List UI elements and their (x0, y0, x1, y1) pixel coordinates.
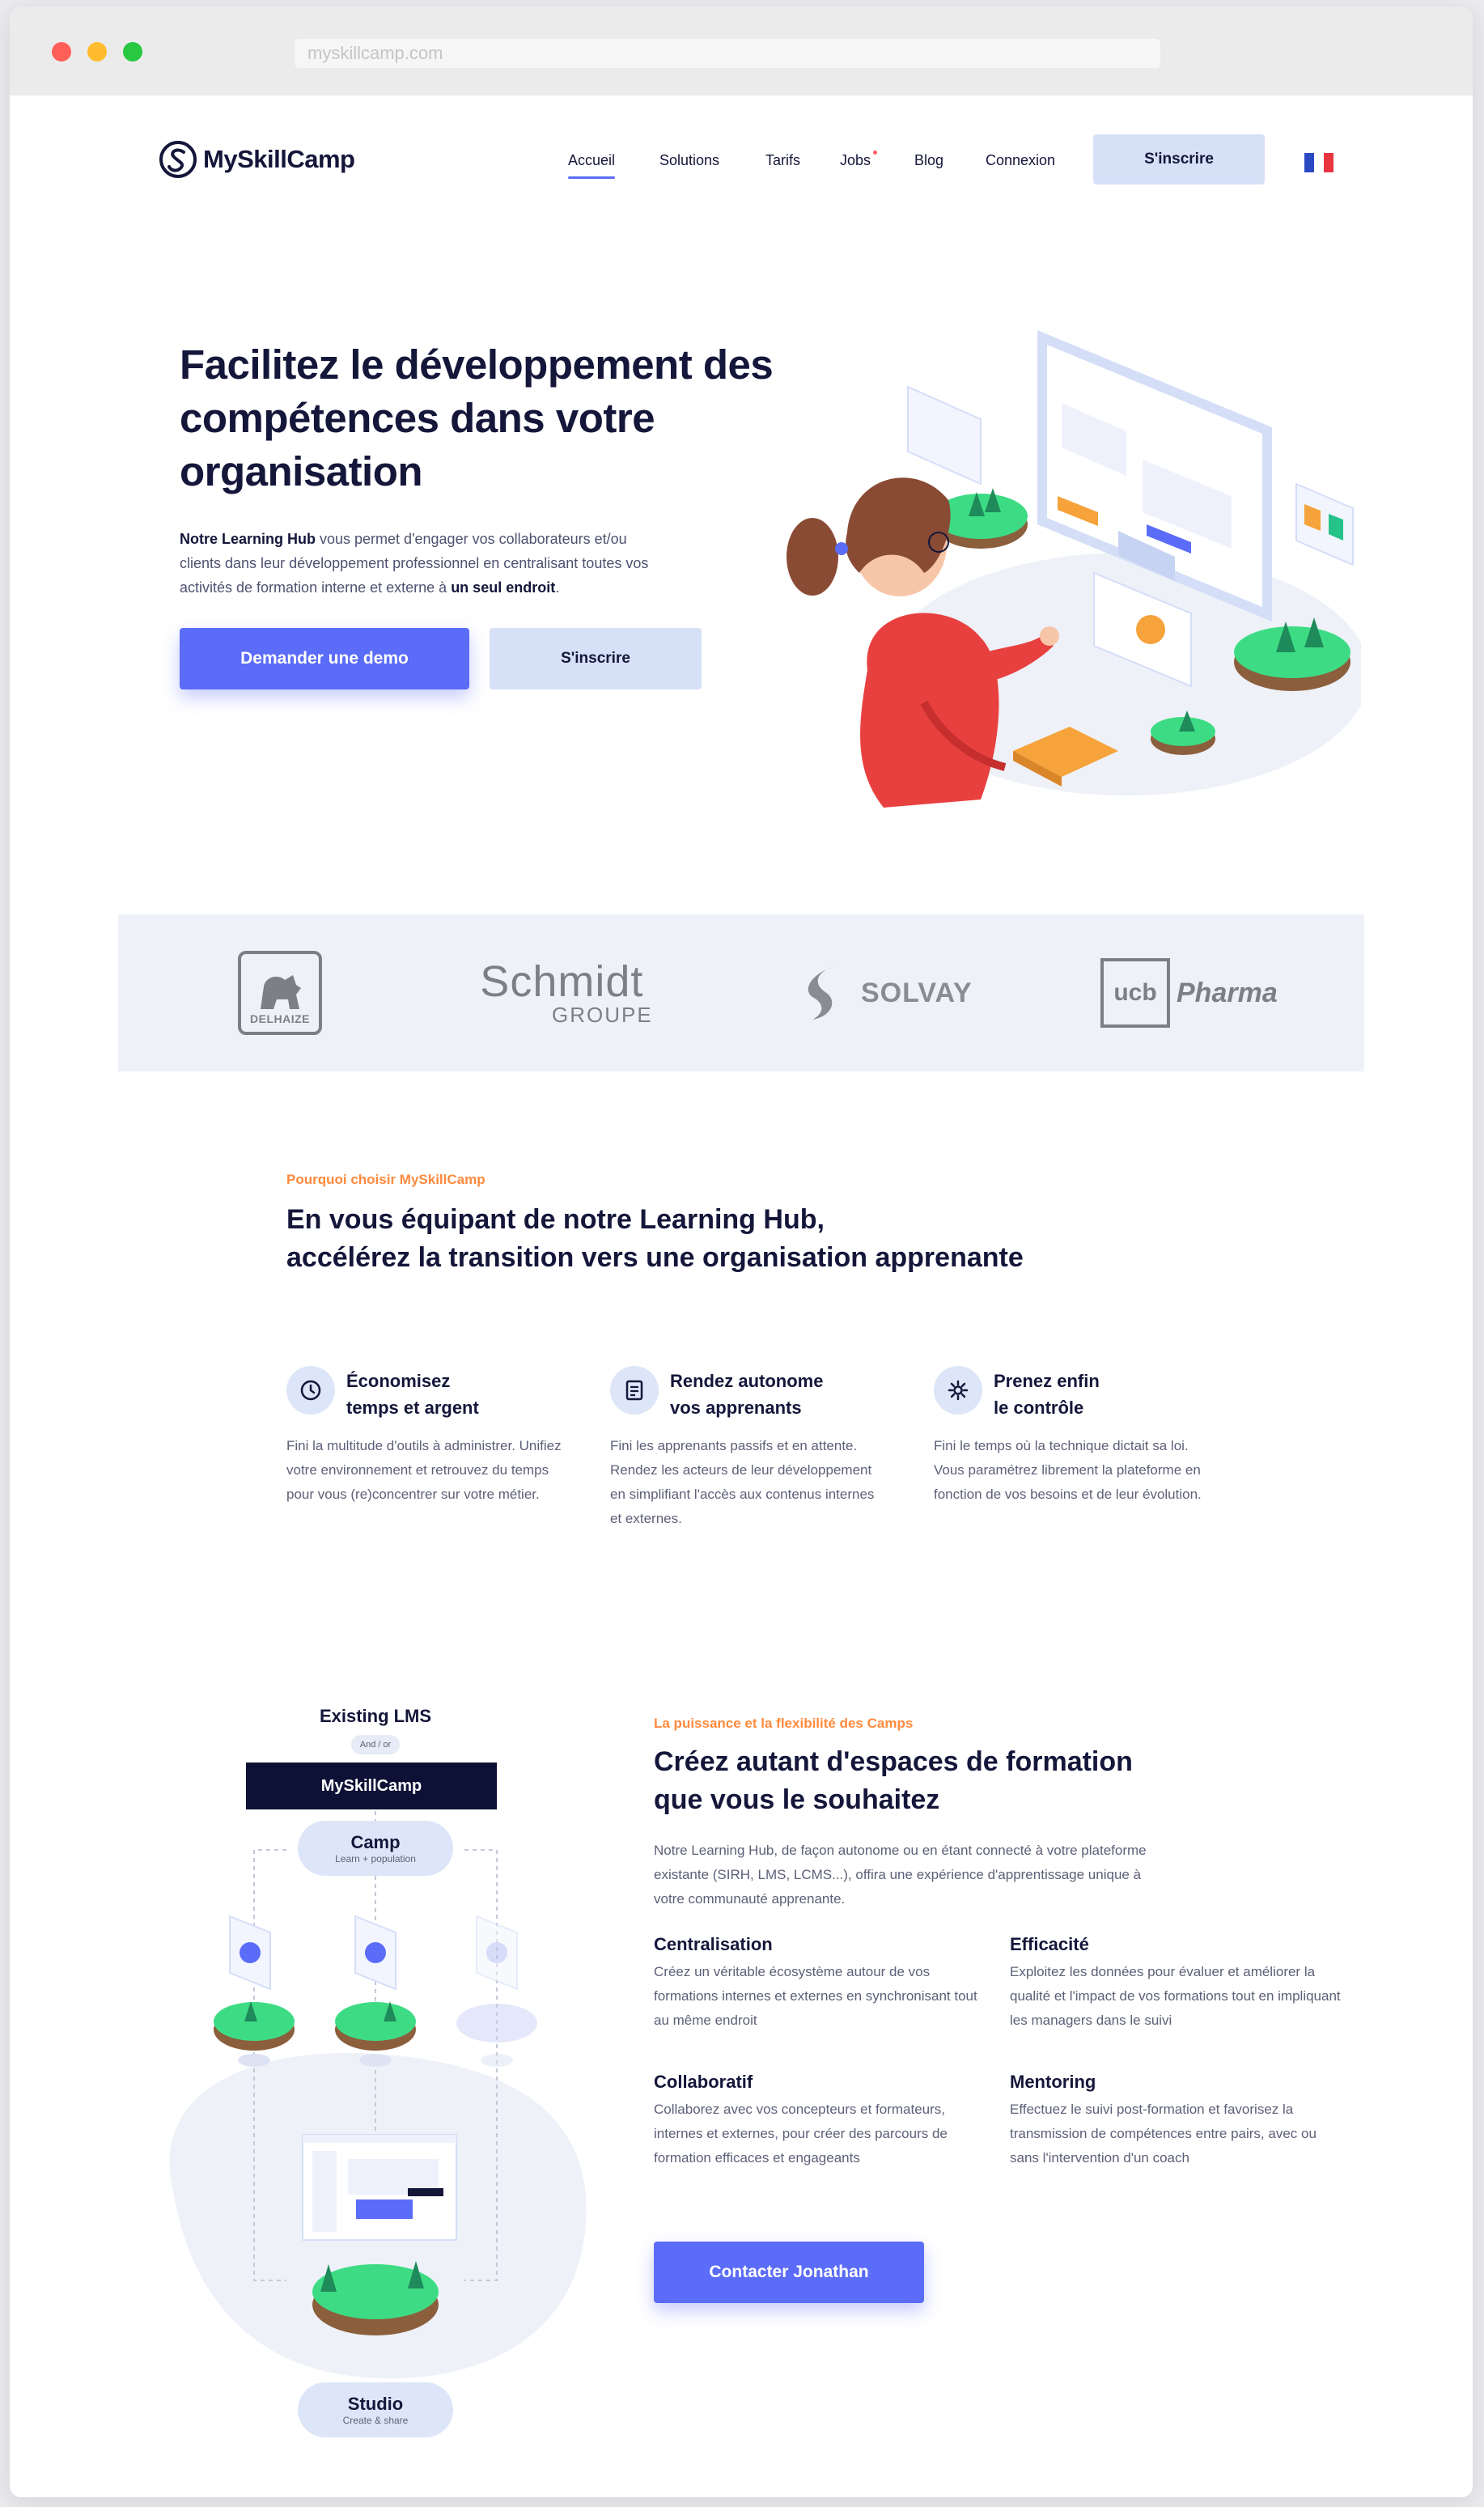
hero-illustration (787, 330, 1361, 808)
camps-title-line-2: que vous le souhaitez (654, 1784, 940, 1815)
nav-item-connexion[interactable]: Connexion (986, 152, 1055, 169)
why-title-line-2: accélérez la transition vers une organis… (286, 1242, 1024, 1273)
camps-diagram: Existing LMS And / or MySkillCamp Camp L… (141, 1673, 610, 2437)
solvay-logo: SOLVAY (803, 914, 973, 1071)
clock-icon (286, 1366, 335, 1415)
schmidt-sub-text: GROUPE (552, 1003, 653, 1027)
browser-window: myskillcamp.com MySkillCamp Accueil Solu… (10, 6, 1473, 2497)
signup-nav-button[interactable]: S'inscrire (1093, 134, 1265, 185)
feature-title-line-2: temps et argent (346, 1398, 479, 1418)
feature-description: Fini les apprenants passifs et en attent… (610, 1438, 875, 1526)
nav-item-jobs[interactable]: Jobs (840, 151, 878, 169)
ucb-mark-text: ucb (1113, 979, 1157, 1006)
camp-node: Camp Learn + population (298, 1821, 453, 1876)
camps-item-title: Mentoring (1010, 2072, 1096, 2092)
feature-title-line-2: le contrôle (994, 1398, 1084, 1418)
camps-title-line-1: Créez autant d'espaces de formation (654, 1746, 1133, 1777)
camps-item-mentoring: Mentoring Effectuez le suivi post-format… (1010, 2070, 1342, 2170)
delhaize-text: DELHAIZE (250, 1012, 310, 1025)
request-demo-button[interactable]: Demander une demo (180, 628, 469, 689)
studio-sublabel: Create & share (342, 2415, 409, 2426)
lion-icon (261, 975, 301, 1009)
camps-item-title: Centralisation (654, 1934, 773, 1954)
hero-text-strong: Notre Learning Hub (180, 531, 316, 547)
nav-item-tarifs[interactable]: Tarifs (765, 152, 800, 169)
camp-sublabel: Learn + population (335, 1853, 416, 1864)
delhaize-logo: DELHAIZE (238, 914, 322, 1071)
myskillcamp-platform-box: MySkillCamp (246, 1763, 497, 1809)
document-icon (610, 1366, 659, 1415)
nav-item-blog[interactable]: Blog (914, 152, 943, 169)
camps-description: Notre Learning Hub, de façon autonome ou… (654, 1843, 1147, 1907)
maximize-window-button[interactable] (123, 42, 142, 62)
feature-title: Prenez enfin le contrôle (994, 1368, 1212, 1421)
feature-title-line-1: Économisez (346, 1371, 451, 1391)
feature-description: Fini le temps où la technique dictait sa… (934, 1438, 1202, 1502)
nav-item-accueil[interactable]: Accueil (568, 152, 616, 179)
studio-label: Studio (347, 2394, 404, 2414)
signup-hero-button[interactable]: S'inscrire (490, 628, 702, 689)
camps-item-description: Collaborez avec vos concepteurs et forma… (654, 2102, 948, 2166)
new-badge-dot (873, 151, 878, 155)
feature-title-line-1: Prenez enfin (994, 1371, 1100, 1391)
schmidt-logo: Schmidt GROUPE (471, 914, 653, 1071)
why-eyebrow: Pourquoi choisir MySkillCamp (286, 1172, 485, 1187)
webpage: MySkillCamp Accueil Solutions Tarifs Job… (10, 95, 1473, 2497)
camps-item-efficacite: Efficacité Exploitez les données pour év… (1010, 1932, 1342, 2033)
camps-eyebrow: La puissance et la flexibilité des Camps (654, 1716, 914, 1731)
nav-item-solutions[interactable]: Solutions (659, 152, 719, 169)
camps-item-centralisation: Centralisation Créez un véritable écosys… (654, 1932, 986, 2033)
feature-title: Économisez temps et argent (346, 1368, 565, 1421)
fr-flag-icon[interactable] (1304, 153, 1333, 172)
nav-item-jobs-label: Jobs (840, 152, 871, 168)
contact-jonathan-button[interactable]: Contacter Jonathan (654, 2242, 924, 2303)
solvay-s-icon (808, 966, 837, 1020)
feature-title-line-1: Rendez autonome (670, 1371, 824, 1391)
ucb-pharma-logo: ucb Pharma (1100, 914, 1278, 1071)
camps-title: Créez autant d'espaces de formation que … (654, 1743, 1301, 1819)
why-title-line-1: En vous équipant de notre Learning Hub, (286, 1204, 825, 1235)
studio-node: Studio Create & share (298, 2382, 453, 2437)
hero-text-strong-2: un seul endroit (451, 579, 556, 596)
camps-item-description: Créez un véritable écosystème autour de … (654, 1964, 977, 2028)
gear-icon (934, 1366, 982, 1415)
existing-lms-label: Existing LMS (319, 1706, 432, 1726)
client-logos-band: DELHAIZE Schmidt GROUPE SOLVAY ucb Pharm… (118, 914, 1364, 1071)
close-window-button[interactable] (52, 42, 71, 62)
camps-item-collaboratif: Collaboratif Collaborez avec vos concept… (654, 2070, 986, 2170)
browser-toolbar: myskillcamp.com (10, 6, 1473, 95)
address-bar[interactable]: myskillcamp.com (295, 39, 1160, 68)
hero-description: Notre Learning Hub vous permet d'engager… (180, 527, 665, 600)
camps-item-description: Effectuez le suivi post-formation et fav… (1010, 2102, 1317, 2166)
feature-title-line-2: vos apprenants (670, 1398, 802, 1418)
ucb-pharma-text: Pharma (1177, 977, 1278, 1008)
hero-text-end: . (555, 579, 560, 596)
and-or-badge: And / or (351, 1735, 400, 1754)
camps-item-title: Efficacité (1010, 1934, 1089, 1954)
feature-title: Rendez autonome vos apprenants (670, 1368, 888, 1421)
camps-item-title: Collaboratif (654, 2072, 753, 2092)
camps-item-description: Exploitez les données pour évaluer et am… (1010, 1964, 1341, 2028)
minimize-window-button[interactable] (87, 42, 107, 62)
solvay-text: SOLVAY (861, 977, 973, 1008)
schmidt-text: Schmidt (480, 957, 644, 1006)
feature-description: Fini la multitude d'outils à administrer… (286, 1438, 562, 1502)
camp-label: Camp (350, 1832, 401, 1852)
why-title: En vous équipant de notre Learning Hub, … (286, 1201, 1177, 1277)
